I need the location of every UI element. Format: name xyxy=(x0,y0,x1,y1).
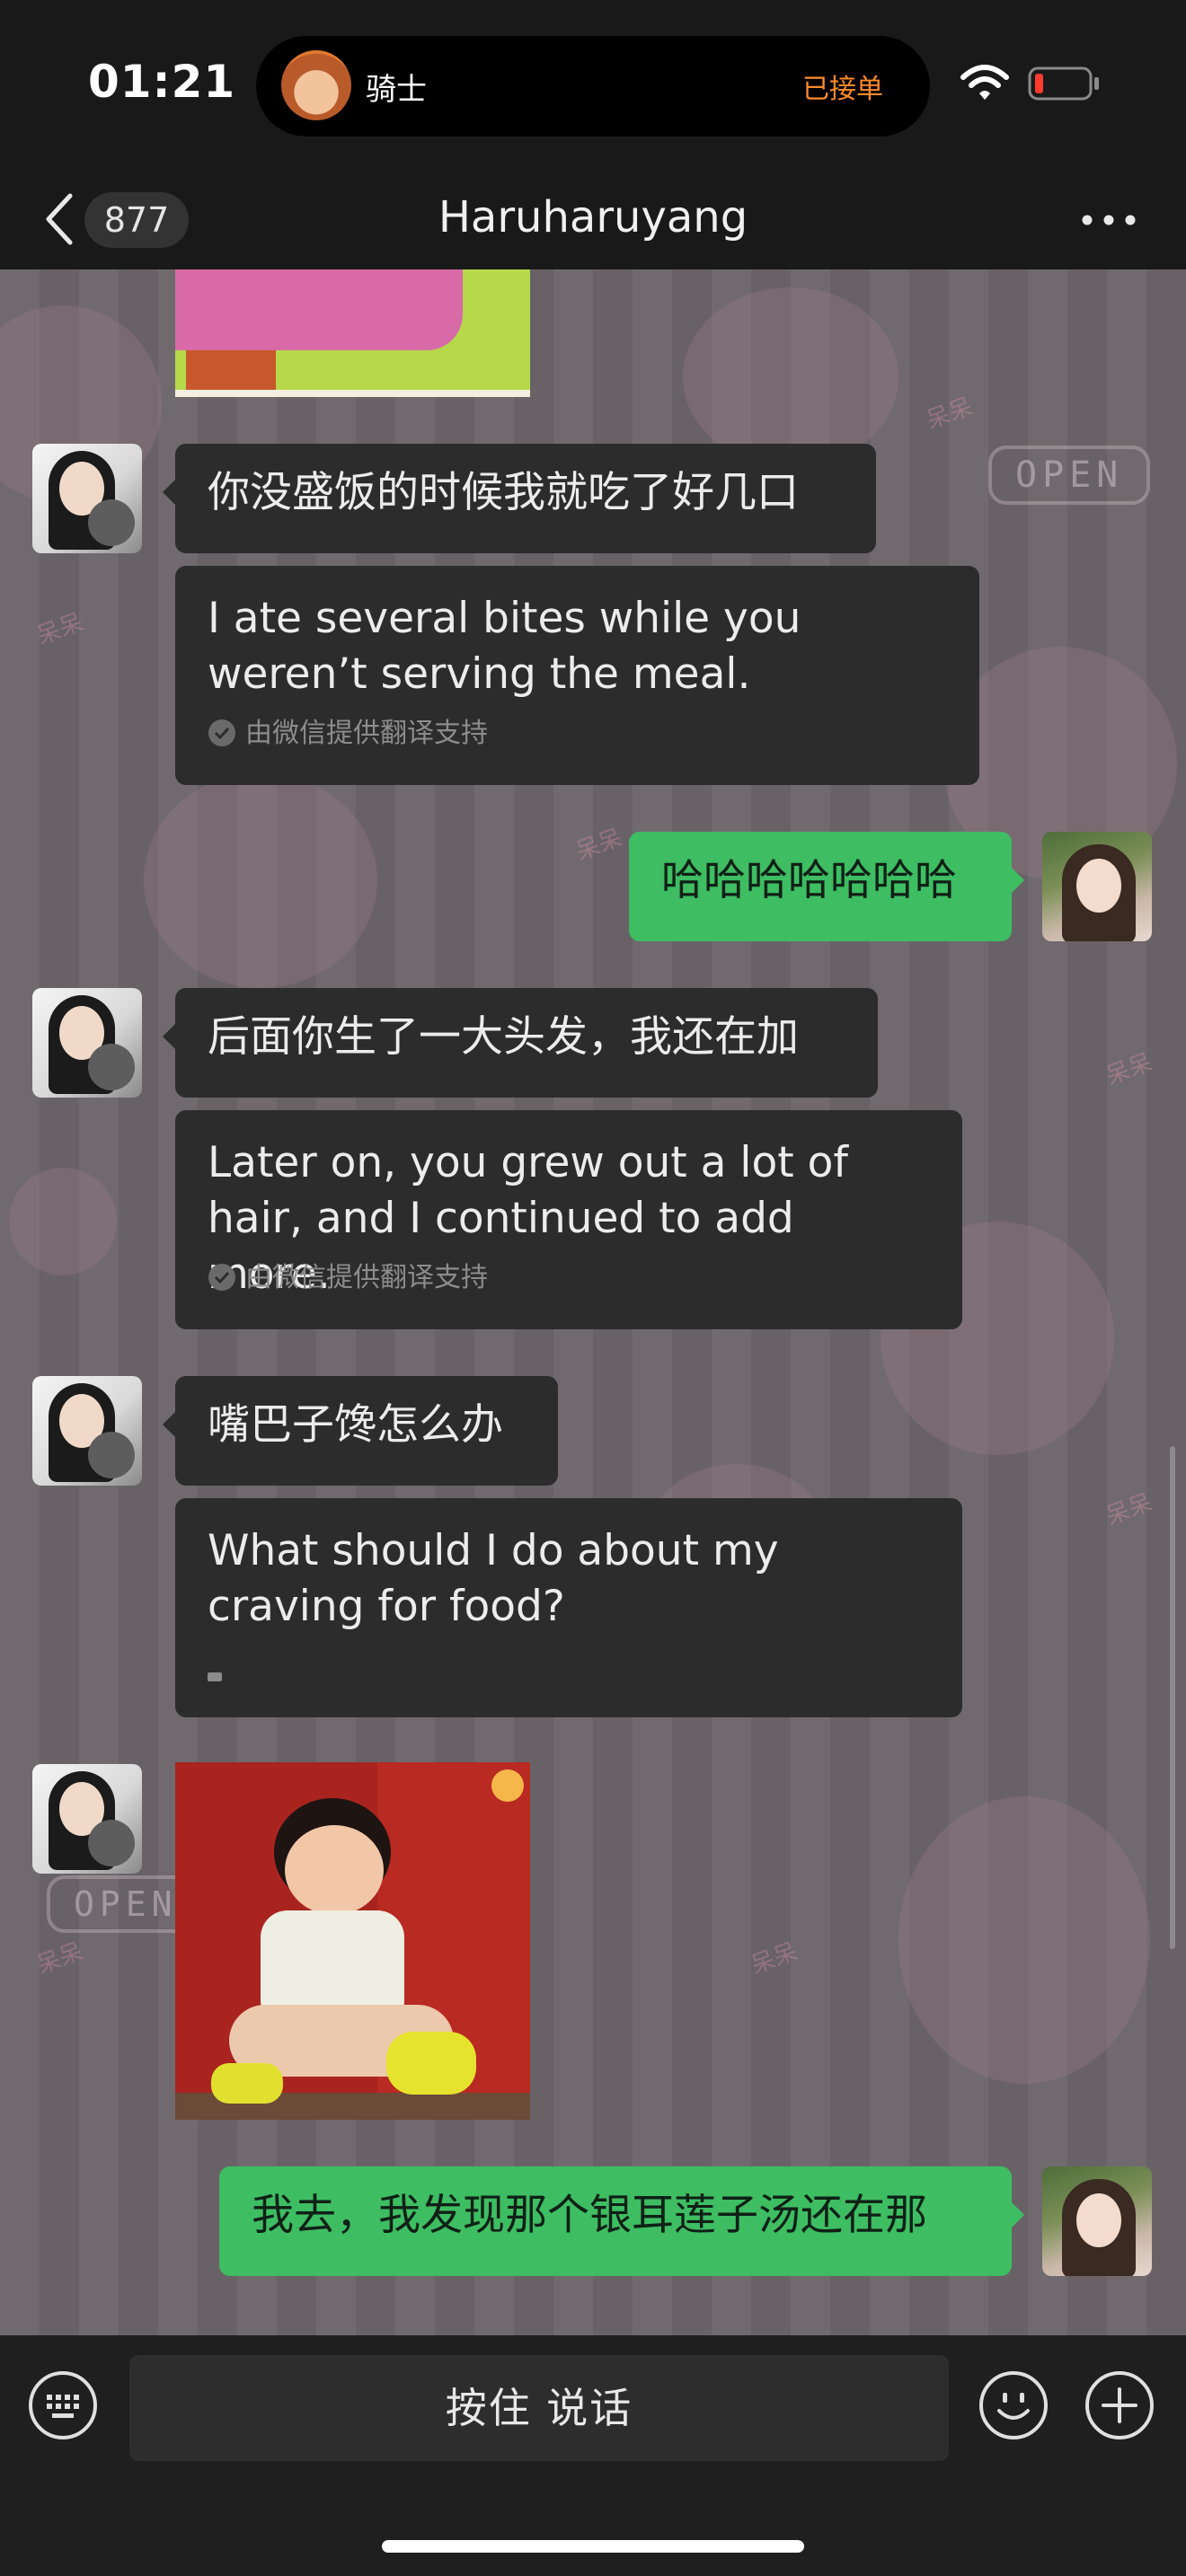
rider-avatar-icon xyxy=(281,50,351,120)
home-indicator[interactable] xyxy=(382,2540,804,2553)
message-bubble-self[interactable]: 我去，我发现那个银耳莲子汤还在那 xyxy=(219,2166,1024,2276)
avatar-cat xyxy=(88,1432,135,1478)
plus-icon[interactable] xyxy=(1084,2369,1155,2441)
avatar-cat xyxy=(88,499,135,546)
avatar-cat xyxy=(88,1820,135,1866)
sticker-content xyxy=(285,1825,384,1915)
avatar-cat xyxy=(88,1044,135,1090)
translation-source: 由微信提供翻译支持 xyxy=(208,706,488,762)
sticker-content xyxy=(386,2032,476,2095)
translation-source: 由微信提供翻译支持 xyxy=(208,1250,488,1306)
contact-avatar[interactable] xyxy=(32,444,142,553)
bg-decoration xyxy=(683,287,898,467)
translation-source-label: 由微信提供翻译支持 xyxy=(245,718,488,749)
avatar-face xyxy=(1076,2193,1121,2247)
bg-watermark: 呆呆 xyxy=(33,608,87,650)
translation-box[interactable]: What should I do about my craving for fo… xyxy=(175,1498,962,1717)
bg-watermark: 呆呆 xyxy=(1102,1048,1156,1090)
nav-bar: 877 Haruharuyang xyxy=(0,171,1186,269)
bg-watermark: 呆呆 xyxy=(33,1937,87,1980)
open-sign: OPEN xyxy=(988,446,1151,505)
bg-watermark: 呆呆 xyxy=(748,1937,801,1980)
scrollbar[interactable] xyxy=(1170,1446,1175,1949)
translation-box[interactable]: I ate several bites while you weren’t se… xyxy=(175,566,979,785)
bg-decoration xyxy=(9,1168,117,1275)
contact-avatar[interactable] xyxy=(32,1376,142,1486)
sticker-logo-icon xyxy=(491,1769,524,1802)
image-content xyxy=(175,269,463,350)
bg-decoration xyxy=(898,1796,1150,2084)
status-time: 01:21 xyxy=(88,56,236,108)
bg-decoration xyxy=(144,772,377,988)
contact-avatar[interactable] xyxy=(32,988,142,1098)
translation-loading-indicator xyxy=(208,1672,222,1681)
message-bubble[interactable]: 后面你生了一大头发，我还在加 xyxy=(163,988,878,1098)
sticker-content xyxy=(211,2063,283,2104)
bg-watermark: 呆呆 xyxy=(572,824,626,866)
self-avatar[interactable] xyxy=(1042,832,1152,941)
message-bubble[interactable]: 你没盛饭的时候我就吃了好几口 xyxy=(163,444,876,553)
translation-text: I ate several bites while you weren’t se… xyxy=(208,594,801,699)
translation-source-label: 由微信提供翻译支持 xyxy=(245,1262,488,1293)
more-options-icon[interactable] xyxy=(1080,207,1137,234)
check-circle-icon xyxy=(208,1264,235,1291)
chat-title: Haruharuyang xyxy=(438,192,748,243)
island-label: 骑士 xyxy=(366,72,427,108)
translation-box[interactable]: Later on, you grew out a lot of hair, an… xyxy=(175,1110,962,1329)
keyboard-icon[interactable] xyxy=(27,2369,99,2441)
bg-watermark: 呆呆 xyxy=(1102,1488,1156,1531)
dynamic-island[interactable]: 骑士 已接单 xyxy=(256,36,930,137)
translation-text: What should I do about my craving for fo… xyxy=(208,1526,779,1631)
image-message-partial[interactable] xyxy=(175,269,530,397)
hold-to-talk-button[interactable]: 按住 说话 xyxy=(129,2355,949,2461)
wifi-icon xyxy=(960,65,1009,100)
message-bubble[interactable]: 嘴巴子馋怎么办 xyxy=(163,1376,558,1486)
image-content xyxy=(175,390,530,397)
message-bubble-self[interactable]: 哈哈哈哈哈哈哈 xyxy=(629,832,1024,941)
emoji-icon[interactable] xyxy=(978,2369,1049,2441)
check-circle-icon xyxy=(208,719,235,746)
bg-watermark: 呆呆 xyxy=(923,393,977,435)
sticker-image-message[interactable] xyxy=(175,1762,530,2120)
battery-icon xyxy=(1028,66,1099,101)
avatar-face xyxy=(1076,859,1121,913)
island-status: 已接单 xyxy=(802,74,883,105)
contact-avatar[interactable] xyxy=(32,1764,142,1874)
input-bar: 按住 说话 xyxy=(0,2335,1186,2576)
status-bar: 01:21 骑士 已接单 xyxy=(0,0,1186,171)
self-avatar[interactable] xyxy=(1042,2166,1152,2276)
